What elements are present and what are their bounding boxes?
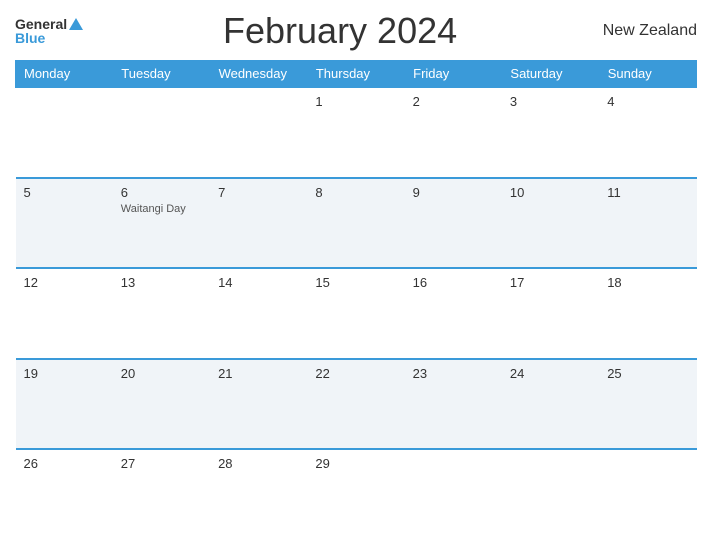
- day-cell: 10: [502, 178, 599, 269]
- day-number: 3: [510, 94, 591, 109]
- calendar-container: General Blue February 2024 New Zealand M…: [0, 0, 712, 550]
- day-cell: 14: [210, 268, 307, 359]
- day-cell: 29: [307, 449, 404, 540]
- day-number: 27: [121, 456, 202, 471]
- day-cell: 15: [307, 268, 404, 359]
- country-label: New Zealand: [597, 22, 697, 40]
- day-cell: [599, 449, 696, 540]
- day-cell: 18: [599, 268, 696, 359]
- day-number: 2: [413, 94, 494, 109]
- day-number: 7: [218, 185, 299, 200]
- day-number: 17: [510, 275, 591, 290]
- day-number: 10: [510, 185, 591, 200]
- weekday-header-row: MondayTuesdayWednesdayThursdayFridaySatu…: [16, 61, 697, 88]
- day-number: 16: [413, 275, 494, 290]
- header: General Blue February 2024 New Zealand: [15, 10, 697, 52]
- week-row-3: 12 13 14 15 16 17 18: [16, 268, 697, 359]
- calendar-table: MondayTuesdayWednesdayThursdayFridaySatu…: [15, 60, 697, 540]
- day-cell: 4: [599, 87, 696, 178]
- day-number: 29: [315, 456, 396, 471]
- day-cell: 24: [502, 359, 599, 450]
- calendar-title: February 2024: [83, 10, 597, 52]
- day-number: 25: [607, 366, 688, 381]
- day-number: 5: [24, 185, 105, 200]
- day-cell: [113, 87, 210, 178]
- day-cell: 3: [502, 87, 599, 178]
- day-cell: 25: [599, 359, 696, 450]
- weekday-header-sunday: Sunday: [599, 61, 696, 88]
- day-number: 26: [24, 456, 105, 471]
- day-cell: 7: [210, 178, 307, 269]
- day-number: 19: [24, 366, 105, 381]
- day-cell: 8: [307, 178, 404, 269]
- weekday-header-thursday: Thursday: [307, 61, 404, 88]
- day-cell: 11: [599, 178, 696, 269]
- logo-general-text: General: [15, 17, 67, 31]
- day-cell: 17: [502, 268, 599, 359]
- day-number: 6: [121, 185, 202, 200]
- weekday-header-monday: Monday: [16, 61, 113, 88]
- day-cell: 19: [16, 359, 113, 450]
- day-number: 14: [218, 275, 299, 290]
- day-cell: 20: [113, 359, 210, 450]
- day-number: 4: [607, 94, 688, 109]
- day-number: 8: [315, 185, 396, 200]
- day-number: 12: [24, 275, 105, 290]
- weekday-header-wednesday: Wednesday: [210, 61, 307, 88]
- day-cell: [16, 87, 113, 178]
- weekday-header-tuesday: Tuesday: [113, 61, 210, 88]
- day-number: 24: [510, 366, 591, 381]
- day-cell: 21: [210, 359, 307, 450]
- day-number: 22: [315, 366, 396, 381]
- weekday-header-friday: Friday: [405, 61, 502, 88]
- day-cell: [502, 449, 599, 540]
- day-cell: 22: [307, 359, 404, 450]
- day-cell: [210, 87, 307, 178]
- day-cell: 13: [113, 268, 210, 359]
- day-cell: 26: [16, 449, 113, 540]
- day-cell: 2: [405, 87, 502, 178]
- day-cell: 12: [16, 268, 113, 359]
- day-number: 21: [218, 366, 299, 381]
- day-number: 11: [607, 185, 688, 200]
- week-row-4: 19 20 21 22 23 24 25: [16, 359, 697, 450]
- day-number: 9: [413, 185, 494, 200]
- day-number: 20: [121, 366, 202, 381]
- day-cell: 16: [405, 268, 502, 359]
- logo-blue-text: Blue: [15, 31, 45, 45]
- day-cell: 6 Waitangi Day: [113, 178, 210, 269]
- day-number: 28: [218, 456, 299, 471]
- logo-triangle-icon: [69, 18, 83, 30]
- day-number: 15: [315, 275, 396, 290]
- day-number: 23: [413, 366, 494, 381]
- day-cell: 28: [210, 449, 307, 540]
- week-row-1: 1 2 3 4: [16, 87, 697, 178]
- day-cell: 27: [113, 449, 210, 540]
- logo: General Blue: [15, 17, 83, 45]
- day-number: 1: [315, 94, 396, 109]
- day-cell: 1: [307, 87, 404, 178]
- day-number: 18: [607, 275, 688, 290]
- week-row-5: 26 27 28 29: [16, 449, 697, 540]
- weekday-header-saturday: Saturday: [502, 61, 599, 88]
- day-cell: 5: [16, 178, 113, 269]
- day-number: 13: [121, 275, 202, 290]
- day-cell: [405, 449, 502, 540]
- holiday-label: Waitangi Day: [121, 203, 202, 215]
- week-row-2: 5 6 Waitangi Day 7 8 9 10 11: [16, 178, 697, 269]
- day-cell: 23: [405, 359, 502, 450]
- day-cell: 9: [405, 178, 502, 269]
